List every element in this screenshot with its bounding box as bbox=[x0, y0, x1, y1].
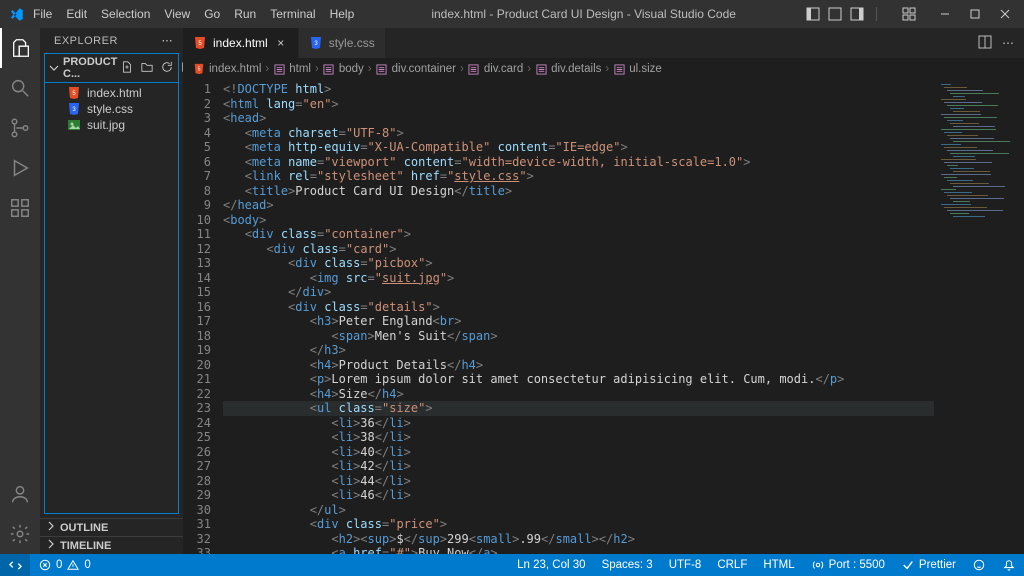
more-actions-icon[interactable]: ⋯ bbox=[1002, 36, 1014, 50]
symbol-icon bbox=[468, 63, 480, 75]
maximize-button[interactable] bbox=[960, 0, 990, 28]
refresh-icon[interactable] bbox=[161, 61, 173, 76]
new-folder-icon[interactable] bbox=[141, 61, 153, 76]
chevron-right-icon bbox=[46, 539, 56, 552]
section-outline[interactable]: OUTLINE bbox=[40, 518, 183, 536]
html-file-icon: 5 bbox=[67, 86, 81, 100]
sidebar-explorer: EXPLORER ⋯ PRODUCT C... 5index.html3styl… bbox=[40, 28, 183, 554]
activity-explorer[interactable] bbox=[0, 28, 40, 68]
layout-left-icon[interactable] bbox=[806, 7, 820, 21]
line-number-gutter: 1234567891011121314151617181920212223242… bbox=[183, 80, 223, 554]
separator bbox=[876, 7, 890, 21]
symbol-icon bbox=[376, 63, 388, 75]
jpg-file-icon bbox=[67, 118, 81, 132]
status-lncol[interactable]: Ln 23, Col 30 bbox=[509, 554, 593, 576]
window-title: index.html - Product Card UI Design - Vi… bbox=[361, 7, 806, 21]
menu-view[interactable]: View bbox=[157, 3, 197, 25]
menu-file[interactable]: File bbox=[26, 3, 59, 25]
menu-run[interactable]: Run bbox=[227, 3, 263, 25]
split-editor-icon[interactable] bbox=[978, 35, 992, 52]
breadcrumb-item[interactable]: div.details bbox=[535, 63, 601, 75]
layout-bottom-icon[interactable] bbox=[828, 7, 842, 21]
close-icon[interactable]: × bbox=[274, 36, 288, 50]
chevron-down-icon bbox=[49, 63, 59, 73]
new-file-icon[interactable] bbox=[121, 61, 133, 76]
status-bell[interactable] bbox=[994, 554, 1024, 576]
breadcrumb-item[interactable]: html bbox=[273, 63, 311, 75]
symbol-icon bbox=[613, 63, 625, 75]
status-language[interactable]: HTML bbox=[755, 554, 802, 576]
minimap[interactable] bbox=[934, 80, 1024, 554]
chevron-right-icon bbox=[46, 521, 56, 534]
file-item[interactable]: 5index.html bbox=[55, 85, 178, 101]
activity-bar bbox=[0, 28, 40, 554]
more-actions-icon[interactable]: ⋯ bbox=[162, 34, 174, 47]
activity-extensions[interactable] bbox=[0, 188, 40, 228]
activity-settings[interactable] bbox=[0, 514, 40, 554]
css-file-icon: 3 bbox=[309, 36, 323, 50]
folder-section-header[interactable]: PRODUCT C... bbox=[44, 53, 179, 83]
activity-source-control[interactable] bbox=[0, 108, 40, 148]
status-encoding[interactable]: UTF-8 bbox=[661, 554, 710, 576]
status-eol[interactable]: CRLF bbox=[709, 554, 755, 576]
symbol-icon bbox=[273, 63, 285, 75]
menu-go[interactable]: Go bbox=[197, 3, 227, 25]
symbol-icon bbox=[535, 63, 547, 75]
error-icon bbox=[38, 558, 52, 572]
css-file-icon: 3 bbox=[67, 102, 81, 116]
breadcrumb-item[interactable]: div.container bbox=[376, 63, 456, 75]
menu-selection[interactable]: Selection bbox=[94, 3, 157, 25]
breadcrumb-item[interactable]: 5index.html bbox=[193, 63, 261, 75]
remote-icon bbox=[8, 558, 22, 572]
activity-run-debug[interactable] bbox=[0, 148, 40, 188]
status-spaces[interactable]: Spaces: 3 bbox=[594, 554, 661, 576]
minimize-button[interactable] bbox=[930, 0, 960, 28]
breadcrumb-item[interactable]: ul.size bbox=[613, 63, 662, 75]
folder-name: PRODUCT C... bbox=[63, 56, 117, 80]
menu-help[interactable]: Help bbox=[323, 3, 362, 25]
status-feedback[interactable] bbox=[964, 554, 994, 576]
tab-index-html[interactable]: 5index.html× bbox=[183, 28, 299, 58]
status-liveserver[interactable]: Port : 5500 bbox=[803, 554, 893, 576]
symbol-icon bbox=[323, 63, 335, 75]
status-prettier[interactable]: Prettier bbox=[893, 554, 964, 576]
activity-search[interactable] bbox=[0, 68, 40, 108]
check-icon bbox=[901, 558, 915, 572]
layout-customize-icon[interactable] bbox=[902, 7, 916, 21]
breadcrumb[interactable]: 5index.html›html›body›div.container›div.… bbox=[183, 58, 1024, 80]
menu-bar: FileEditSelectionViewGoRunTerminalHelp bbox=[26, 7, 361, 21]
menu-terminal[interactable]: Terminal bbox=[263, 3, 322, 25]
explorer-title: EXPLORER bbox=[54, 35, 118, 47]
breadcrumb-item[interactable]: body bbox=[323, 63, 364, 75]
bell-icon bbox=[1002, 558, 1016, 572]
html-file-icon: 5 bbox=[193, 63, 205, 75]
activity-account[interactable] bbox=[0, 474, 40, 514]
breadcrumb-item[interactable]: div.card bbox=[468, 63, 523, 75]
feedback-icon bbox=[972, 558, 986, 572]
layout-right-icon[interactable] bbox=[850, 7, 864, 21]
vscode-logo-icon bbox=[8, 6, 24, 22]
title-bar: FileEditSelectionViewGoRunTerminalHelp i… bbox=[0, 0, 1024, 28]
code-editor[interactable]: <!DOCTYPE html><html lang="en"><head> <m… bbox=[223, 80, 934, 554]
status-remote[interactable] bbox=[0, 554, 30, 576]
tab-style-css[interactable]: 3style.css bbox=[299, 28, 386, 58]
html-file-icon: 5 bbox=[193, 36, 207, 50]
warning-icon bbox=[66, 558, 80, 572]
file-item[interactable]: suit.jpg bbox=[55, 117, 178, 133]
menu-edit[interactable]: Edit bbox=[59, 3, 94, 25]
close-button[interactable] bbox=[990, 0, 1020, 28]
tab-bar: 5index.html×3style.css ⋯ bbox=[183, 28, 1024, 58]
svg-text:5: 5 bbox=[198, 67, 201, 73]
section-timeline[interactable]: TIMELINE bbox=[40, 536, 183, 554]
broadcast-icon bbox=[811, 558, 825, 572]
editor-group: 5index.html×3style.css ⋯ 5index.html›htm… bbox=[183, 28, 1024, 554]
status-bar: 0 0 Ln 23, Col 30 Spaces: 3 UTF-8 CRLF H… bbox=[0, 554, 1024, 576]
file-item[interactable]: 3style.css bbox=[55, 101, 178, 117]
status-errors[interactable]: 0 0 bbox=[30, 554, 99, 576]
file-tree: 5index.html3style.csssuit.jpg bbox=[45, 83, 178, 137]
